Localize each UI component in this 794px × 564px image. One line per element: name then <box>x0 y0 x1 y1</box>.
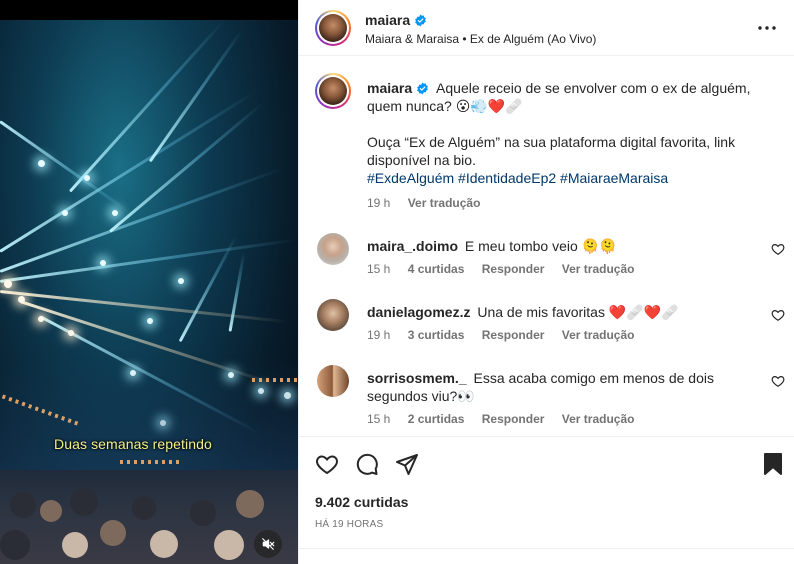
caption-username[interactable]: maiara <box>367 80 412 96</box>
heart-icon[interactable] <box>771 242 785 256</box>
comment-meta: 15 h 2 curtidas Responder Ver tradução <box>367 412 648 426</box>
stage-spotlight <box>68 330 74 336</box>
caption-hashtags[interactable]: #ExdeAlguém #IdentidadeEp2 #MaiaraeMarai… <box>367 169 751 187</box>
author-avatar[interactable] <box>315 10 351 46</box>
video-caption: Duas semanas repetindo <box>54 436 212 452</box>
comment-likes[interactable]: 3 curtidas <box>408 328 465 342</box>
stage-light-beam <box>0 167 283 273</box>
stage-light-beam <box>228 252 246 332</box>
see-translation-link[interactable]: Ver tradução <box>562 412 635 426</box>
stage-spotlight <box>112 210 118 216</box>
crowd-head <box>40 500 62 522</box>
audio-track-link[interactable]: Maiara & Maraisa • Ex de Alguém (Ao Vivo… <box>365 32 596 46</box>
stage-spotlight <box>100 260 106 266</box>
caption-time: 19 h <box>367 196 391 210</box>
heart-icon[interactable] <box>771 308 785 322</box>
stage-light-beam <box>0 91 256 253</box>
commenter-username[interactable]: sorrisosmem._ <box>367 370 467 386</box>
stage-spotlight <box>38 160 45 167</box>
commenter-avatar[interactable] <box>317 299 349 331</box>
comment-input-divider <box>299 548 794 549</box>
bookmark-icon <box>764 453 782 475</box>
comment-likes[interactable]: 2 curtidas <box>408 412 465 426</box>
see-translation-link[interactable]: Ver tradução <box>562 328 635 342</box>
post-panel: maiara Maiara & Maraisa • Ex de Alguém (… <box>298 0 794 564</box>
see-translation-link[interactable]: Ver tradução <box>562 262 635 276</box>
commenter-avatar[interactable] <box>317 233 349 265</box>
more-options-icon <box>758 26 776 30</box>
comment-likes[interactable]: 4 curtidas <box>408 262 465 276</box>
stage-spotlight <box>178 278 184 284</box>
comment-row: danielagomez.z Una de mis favoritas ❤️🩹❤… <box>299 299 794 359</box>
stage-light-beam <box>0 120 132 215</box>
crowd-head <box>236 490 264 518</box>
comment-body: E meu tombo veio 🫠🫠 <box>464 238 617 254</box>
share-icon <box>396 454 418 475</box>
crowd-head <box>190 500 216 526</box>
comment-time: 15 h <box>367 262 391 276</box>
stage-spotlight <box>147 318 153 324</box>
crowd-head <box>62 532 88 558</box>
commenter-avatar[interactable] <box>317 365 349 397</box>
comment-time: 15 h <box>367 412 391 426</box>
crowd-head <box>10 492 36 518</box>
stage-light-row <box>252 378 298 382</box>
caption-line-2: Ouça “Ex de Alguém” na sua plataforma di… <box>367 134 736 168</box>
crowd-head <box>214 530 244 560</box>
caption-text: maiara Aquele receio de se envolver com … <box>367 79 751 187</box>
see-translation-link[interactable]: Ver tradução <box>408 196 481 210</box>
stage-spotlight <box>4 280 12 288</box>
comment-row: maira_.doimo E meu tombo veio 🫠🫠 15 h 4 … <box>299 233 794 293</box>
comment-meta: 15 h 4 curtidas Responder Ver tradução <box>367 262 648 276</box>
comment-text: danielagomez.z Una de mis favoritas ❤️🩹❤… <box>367 303 751 321</box>
post-timestamp: HÁ 19 HORAS <box>315 519 384 530</box>
commenter-username[interactable]: maira_.doimo <box>367 238 458 254</box>
comment-button[interactable] <box>353 450 381 478</box>
stage-light-row <box>120 460 180 464</box>
commenter-username[interactable]: danielagomez.z <box>367 304 470 320</box>
author-avatar[interactable] <box>315 73 351 109</box>
stage-spotlight <box>38 316 44 322</box>
reel-video[interactable]: Duas semanas repetindo <box>0 0 298 564</box>
like-button[interactable] <box>313 450 341 478</box>
crowd-head <box>132 496 156 520</box>
comment-time: 19 h <box>367 328 391 342</box>
action-bar <box>299 450 794 480</box>
stage-light-beam <box>68 19 226 193</box>
mute-button[interactable] <box>254 530 282 558</box>
likes-count[interactable]: 9.402 curtidas <box>315 494 408 510</box>
speaker-muted-icon <box>262 538 275 550</box>
comment-body: Una de mis favoritas ❤️🩹❤️🩹 <box>477 304 679 320</box>
reply-button[interactable]: Responder <box>482 328 545 342</box>
comment-meta: 19 h 3 curtidas Responder Ver tradução <box>367 328 648 342</box>
comment-row: sorrisosmem._ Essa acaba comigo em menos… <box>299 365 794 436</box>
video-top-bar <box>0 0 298 20</box>
comments-section[interactable]: maiara Aquele receio de se envolver com … <box>299 57 794 437</box>
stage-spotlight <box>62 210 68 216</box>
verified-badge-icon <box>417 82 429 95</box>
save-button[interactable] <box>759 450 787 478</box>
stage-spotlight <box>84 175 90 181</box>
author-name-row: maiara <box>365 12 427 28</box>
heart-icon <box>316 455 338 475</box>
caption-meta: 19 h Ver tradução <box>367 196 494 210</box>
verified-badge-icon <box>415 14 427 27</box>
comment-text: sorrisosmem._ Essa acaba comigo em menos… <box>367 369 727 405</box>
share-button[interactable] <box>393 450 421 478</box>
comment-icon <box>356 453 378 475</box>
stage-light-beam <box>0 238 298 283</box>
post-header: maiara Maiara & Maraisa • Ex de Alguém (… <box>299 0 794 56</box>
reply-button[interactable]: Responder <box>482 412 545 426</box>
more-options-button[interactable] <box>755 16 779 40</box>
heart-icon[interactable] <box>771 374 785 388</box>
comment-text: maira_.doimo E meu tombo veio 🫠🫠 <box>367 237 751 255</box>
author-username[interactable]: maiara <box>365 12 410 28</box>
crowd-head <box>100 520 126 546</box>
reply-button[interactable]: Responder <box>482 262 545 276</box>
crowd-head <box>0 530 30 560</box>
post-caption: maiara Aquele receio de se envolver com … <box>299 73 794 223</box>
stage-spotlight <box>18 296 25 303</box>
crowd-head <box>70 488 98 516</box>
crowd-head <box>150 530 178 558</box>
